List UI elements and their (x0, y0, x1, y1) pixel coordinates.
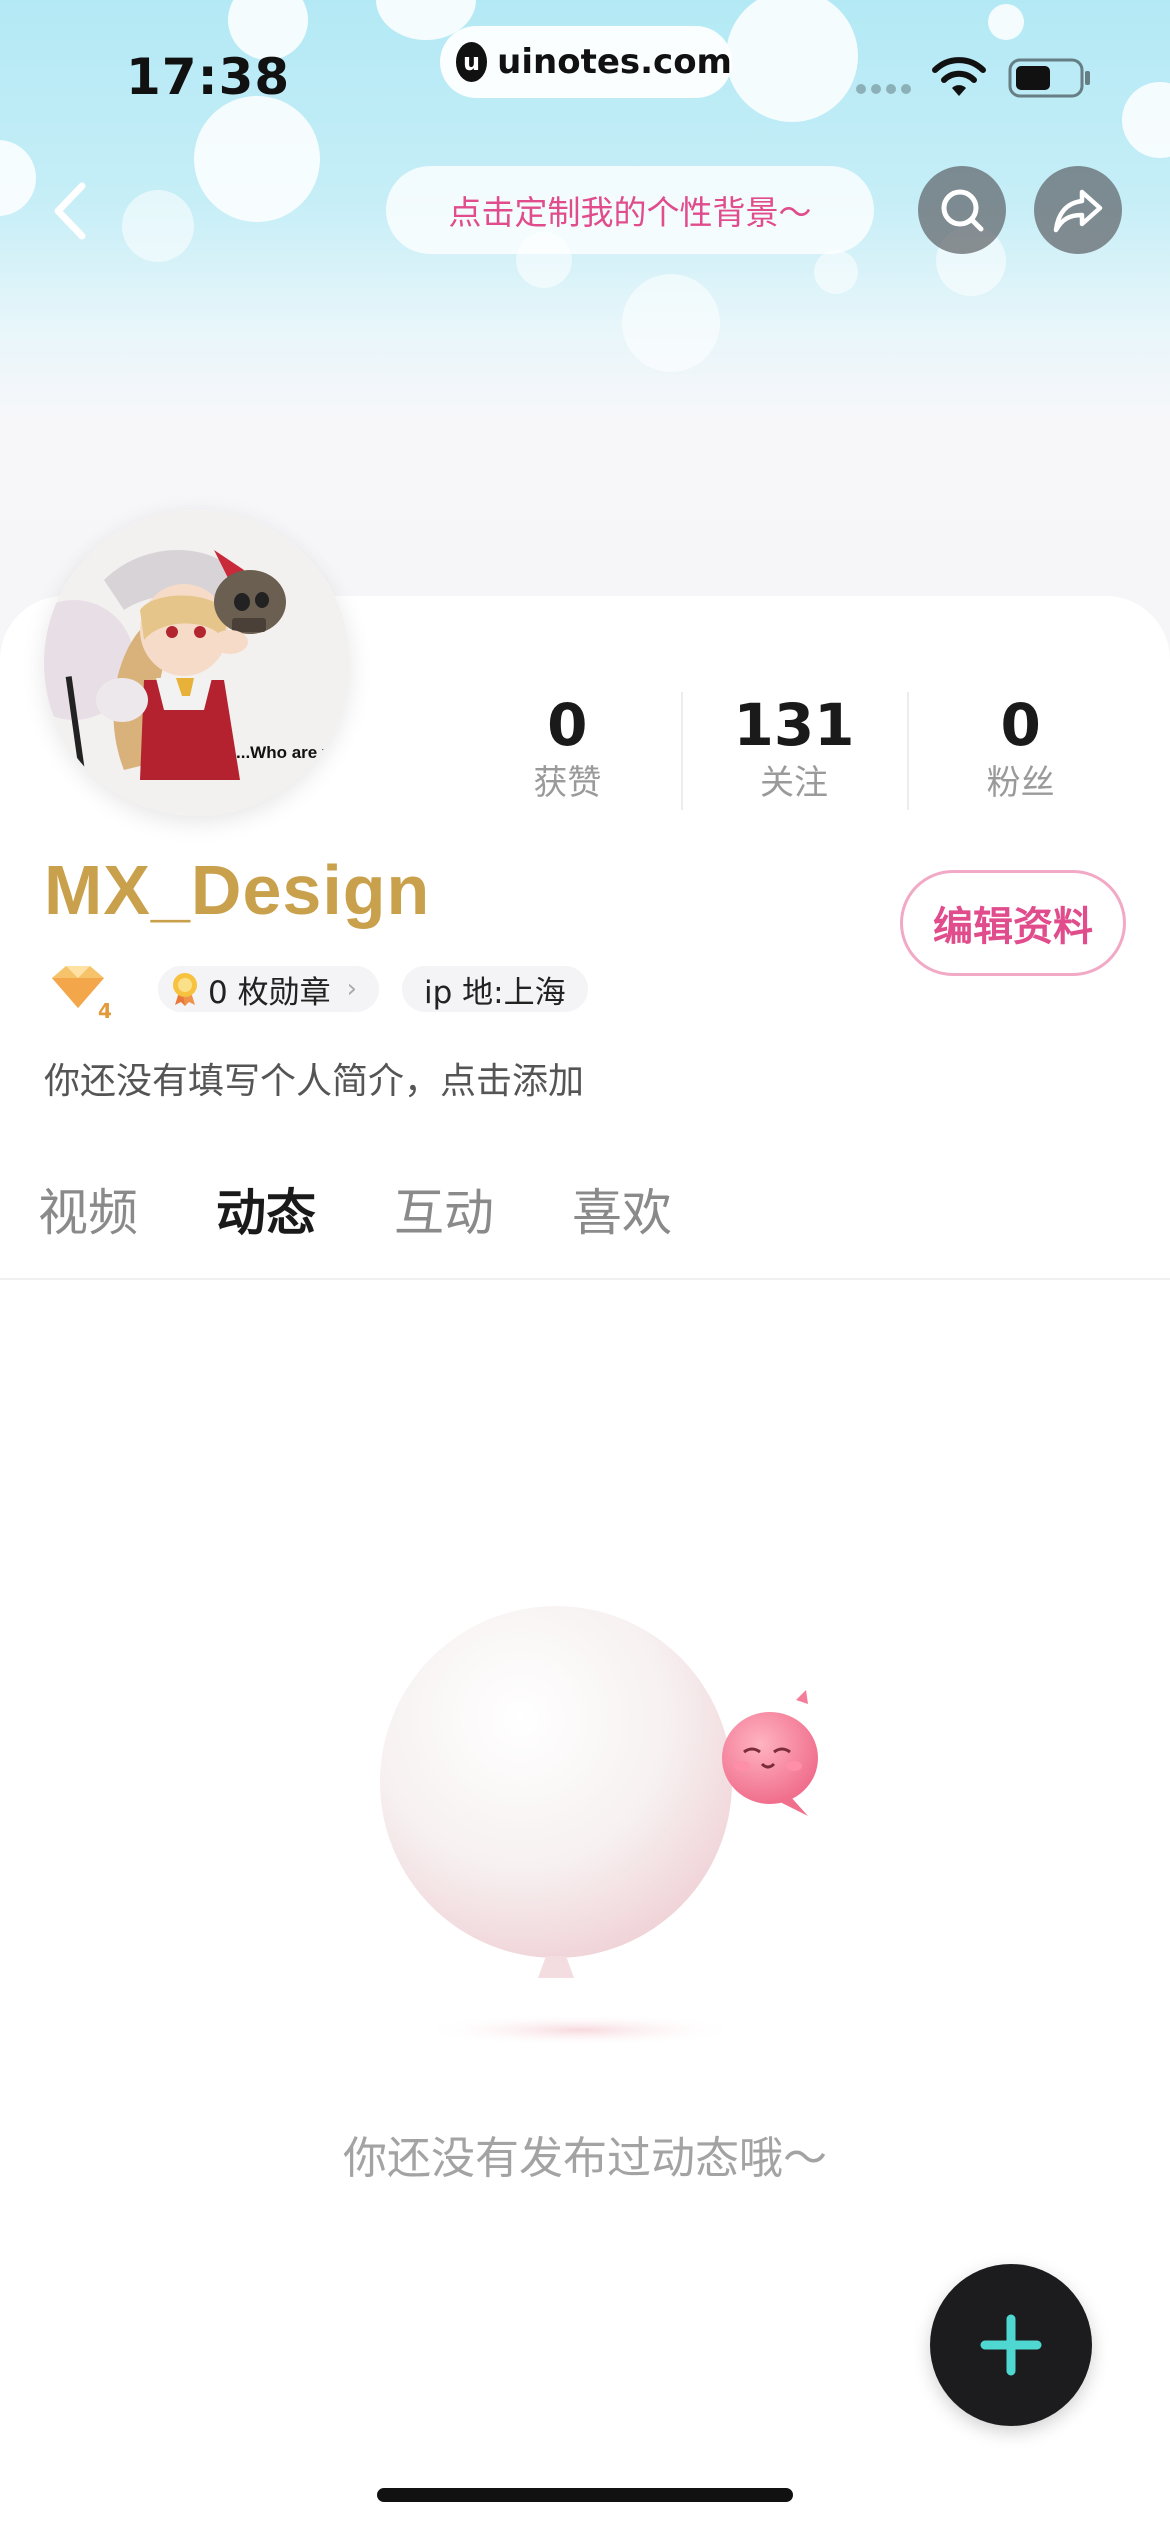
wifi-icon (932, 57, 986, 96)
stat-following[interactable]: 131 关注 (680, 690, 908, 810)
stat-label: 关注 (760, 763, 828, 803)
bio-text[interactable]: 你还没有填写个人简介，点击添加 (44, 1052, 584, 1104)
ip-location-chip: ip 地:上海 (402, 966, 588, 1012)
level-number: 4 (98, 999, 112, 1020)
level-diamond-icon[interactable]: 4 (44, 960, 116, 1020)
share-button[interactable] (1034, 166, 1122, 254)
share-icon (1053, 189, 1103, 233)
url-pill[interactable]: u uinotes.com (440, 26, 732, 98)
edit-profile-button[interactable]: 编辑资料 (900, 870, 1126, 976)
avatar[interactable]: ...Who are y (44, 510, 350, 816)
site-logo-icon: u (456, 42, 488, 82)
tab-likes[interactable]: 喜欢 (572, 1180, 672, 1246)
tab-interactions[interactable]: 互动 (394, 1180, 494, 1246)
decor-bubble (988, 4, 1024, 40)
search-icon (941, 189, 984, 232)
cellular-signal-icon (856, 84, 911, 94)
decor-bubble (0, 140, 36, 216)
avatar-image: ...Who are y (44, 510, 350, 816)
decor-bubble (726, 0, 858, 122)
back-chevron-icon[interactable] (44, 178, 100, 244)
empty-balloon-illustration (380, 1606, 818, 2046)
username: MX_Design (44, 851, 431, 929)
decor-bubble (814, 250, 858, 294)
decor-bubble (122, 190, 194, 262)
search-button[interactable] (918, 166, 1006, 254)
badges-chip[interactable]: 0 枚勋章 › (158, 966, 379, 1012)
create-post-button[interactable] (930, 2264, 1092, 2426)
tab-posts[interactable]: 动态 (216, 1180, 316, 1246)
stat-value: 131 (733, 691, 855, 759)
plus-icon (980, 2314, 1042, 2376)
profile-page: 17:38 u uinotes.com 点击定制我的个性背景～ ...Who a… (0, 0, 1170, 2532)
tabs-divider (0, 1278, 1170, 1280)
empty-state-message: 你还没有发布过动态哦～ (343, 2133, 827, 2184)
stats-row: 0 获赞 131 关注 0 粉丝 (454, 690, 1134, 810)
url-text: uinotes.com (497, 42, 732, 82)
chevron-right-icon: › (346, 974, 357, 1004)
customize-background-button[interactable]: 点击定制我的个性背景～ (386, 166, 874, 254)
home-indicator[interactable] (377, 2488, 793, 2502)
decor-bubble (194, 96, 320, 222)
decor-bubble (622, 274, 720, 372)
tab-videos[interactable]: 视频 (38, 1180, 138, 1246)
stat-value: 0 (1000, 691, 1041, 759)
stat-value: 0 (547, 691, 588, 759)
medal-icon (173, 973, 197, 1006)
battery-icon (1008, 58, 1090, 98)
stat-likes[interactable]: 0 获赞 (454, 690, 681, 810)
content-tabs: 视频 动态 互动 喜欢 (38, 1180, 672, 1246)
decor-bubble (1122, 82, 1170, 158)
badges-label: 0 枚勋章 (208, 974, 331, 1011)
stat-label: 粉丝 (986, 763, 1055, 803)
stat-followers[interactable]: 0 粉丝 (907, 690, 1134, 810)
stat-label: 获赞 (533, 763, 602, 803)
status-time: 17:38 (126, 48, 291, 106)
